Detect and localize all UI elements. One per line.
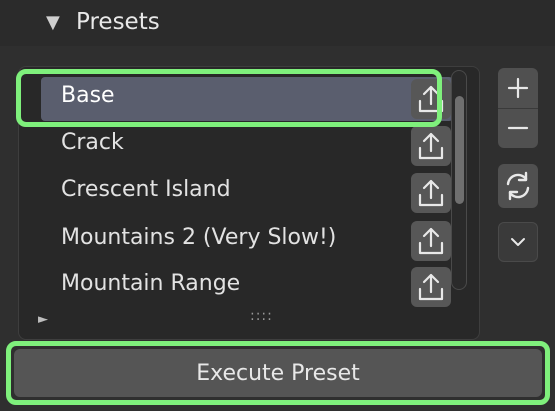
add-preset-button[interactable]: [498, 68, 538, 109]
collapse-caret-icon[interactable]: ▼: [46, 12, 60, 33]
preset-item-mountains-2[interactable]: Mountains 2 (Very Slow!): [41, 219, 453, 263]
remove-preset-button[interactable]: [498, 109, 538, 149]
refresh-presets-button[interactable]: [498, 164, 538, 208]
preset-item-label: Crack: [61, 130, 124, 155]
export-upload-icon[interactable]: [411, 126, 451, 166]
scrollbar-thumb[interactable]: [455, 96, 464, 204]
preset-item-mountain-range[interactable]: Mountain Range: [41, 265, 453, 309]
plus-icon: [507, 77, 529, 98]
preset-list: Base Crack Crescent Island Mountains 2 (…: [18, 66, 480, 340]
preset-item-crescent-island[interactable]: Crescent Island: [41, 171, 453, 215]
filter-expand-icon[interactable]: ►: [38, 312, 48, 327]
export-upload-icon[interactable]: [411, 221, 451, 261]
export-upload-icon[interactable]: [411, 79, 451, 119]
export-upload-icon[interactable]: [411, 267, 451, 307]
refresh-icon: [506, 171, 530, 201]
more-options-button[interactable]: [498, 222, 538, 262]
preset-item-crack[interactable]: Crack: [41, 124, 453, 168]
preset-item-label: Mountain Range: [61, 271, 241, 296]
execute-preset-button[interactable]: Execute Preset: [14, 349, 542, 397]
chevron-down-icon: [511, 238, 525, 246]
preset-item-label: Mountains 2 (Very Slow!): [61, 225, 337, 250]
preset-item-label: Base: [61, 83, 115, 108]
panel-title: Presets: [76, 9, 160, 35]
list-resize-grip[interactable]: ::::: [250, 308, 273, 324]
export-upload-icon[interactable]: [411, 173, 451, 213]
minus-icon: [507, 127, 529, 130]
preset-item-base[interactable]: Base: [41, 77, 453, 121]
add-remove-button-group: [498, 68, 538, 148]
preset-item-label: Crescent Island: [61, 177, 231, 202]
